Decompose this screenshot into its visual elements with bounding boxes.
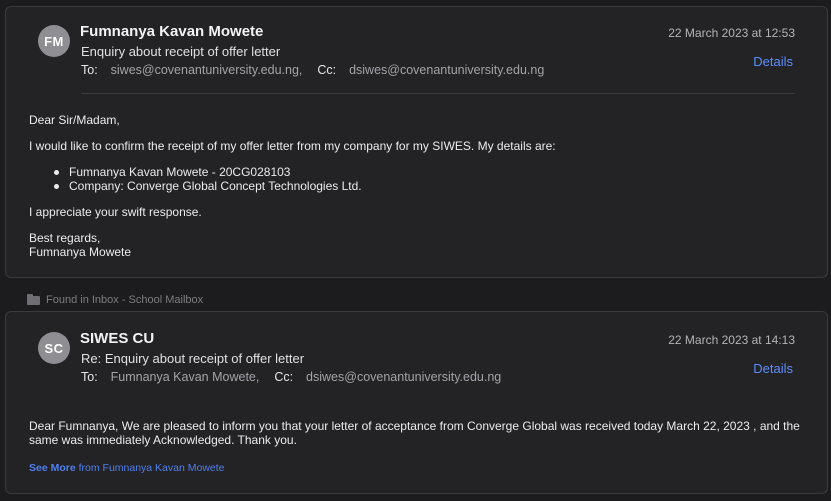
recipients-line: To: siwes@covenantuniversity.edu.ng, Cc:… xyxy=(81,63,544,77)
greeting: Dear Sir/Madam, xyxy=(29,113,120,127)
mailbox-location: Found in Inbox - School Mailbox xyxy=(27,293,204,306)
folder-icon xyxy=(27,293,40,305)
message-body: Dear Fumnanya, We are pleased to inform … xyxy=(29,419,803,447)
cc-recipient[interactable]: dsiwes@covenantuniversity.edu.ng xyxy=(349,63,544,77)
details-list: Fumnanya Kavan Mowete - 20CG028103 Compa… xyxy=(51,165,803,193)
signature: Fumnanya Mowete xyxy=(29,245,132,259)
body-paragraph: Dear Fumnanya, We are pleased to inform … xyxy=(29,419,800,447)
cc-label: Cc: xyxy=(274,370,294,384)
sender-avatar[interactable]: FM xyxy=(38,25,70,57)
message-subject: Enquiry about receipt of offer letter xyxy=(81,44,281,59)
message-body: Dear Sir/Madam, I would like to confirm … xyxy=(29,113,803,259)
to-label: To: xyxy=(81,63,98,77)
message-card-original: FM Fumnanya Kavan Mowete Enquiry about r… xyxy=(5,6,828,278)
signoff: Best regards, xyxy=(29,231,101,245)
cc-recipient[interactable]: dsiwes@covenantuniversity.edu.ng xyxy=(306,370,501,384)
list-item: Fumnanya Kavan Mowete - 20CG028103 xyxy=(51,165,803,179)
see-more-from: from Fumnanya Kavan Mowete xyxy=(78,462,225,474)
cc-label: Cc: xyxy=(317,63,337,77)
to-recipient[interactable]: Fumnanya Kavan Mowete, xyxy=(111,370,260,384)
message-subject: Re: Enquiry about receipt of offer lette… xyxy=(81,351,305,366)
list-item: Company: Converge Global Concept Technol… xyxy=(51,179,803,193)
details-button[interactable]: Details xyxy=(753,361,793,376)
to-label: To: xyxy=(81,370,98,384)
mailbox-label: Found in Inbox - School Mailbox xyxy=(46,294,204,306)
details-button[interactable]: Details xyxy=(753,54,793,69)
sender-name[interactable]: SIWES CU xyxy=(80,330,154,347)
sender-name[interactable]: Fumnanya Kavan Mowete xyxy=(80,23,263,40)
to-recipient[interactable]: siwes@covenantuniversity.edu.ng, xyxy=(111,63,303,77)
sender-avatar[interactable]: SC xyxy=(38,332,70,364)
see-more-link[interactable]: See More xyxy=(29,462,76,474)
message-date: 22 March 2023 at 14:13 xyxy=(668,333,795,347)
see-more-line: See More from Fumnanya Kavan Mowete xyxy=(29,462,225,474)
message-card-reply: SC SIWES CU Re: Enquiry about receipt of… xyxy=(5,311,828,494)
body-paragraph: I appreciate your swift response. xyxy=(29,205,202,219)
recipients-line: To: Fumnanya Kavan Mowete, Cc: dsiwes@co… xyxy=(81,370,501,384)
message-date: 22 March 2023 at 12:53 xyxy=(668,26,795,40)
header-divider xyxy=(81,93,795,94)
body-paragraph: I would like to confirm the receipt of m… xyxy=(29,139,556,153)
